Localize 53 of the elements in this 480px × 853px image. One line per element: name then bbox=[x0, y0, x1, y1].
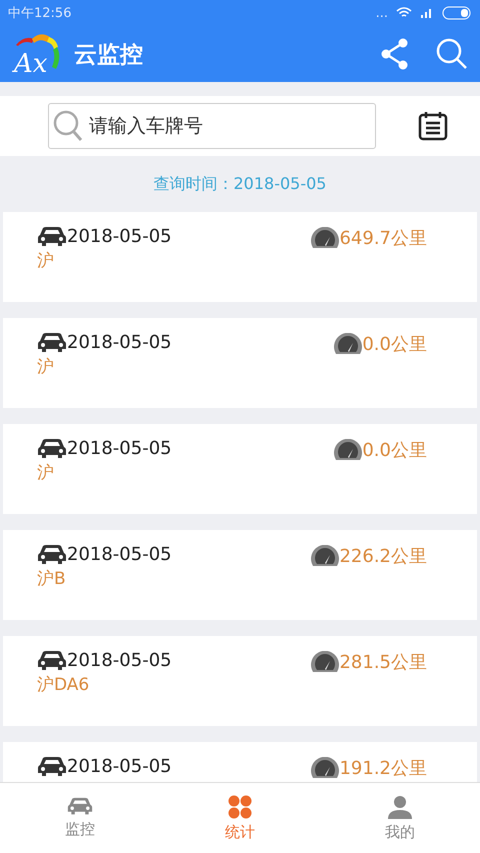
clover-icon bbox=[228, 794, 252, 818]
car-icon bbox=[37, 226, 67, 247]
car-icon bbox=[37, 650, 67, 671]
person-icon bbox=[387, 794, 413, 818]
plate-number: 沪DA6 bbox=[37, 674, 90, 696]
car-icon bbox=[37, 438, 67, 459]
search-icon bbox=[53, 110, 83, 142]
record-card[interactable]: 2018-05-05 191.2公里 bbox=[3, 742, 477, 782]
status-dots: ... bbox=[376, 6, 388, 20]
distance: 0.0公里 bbox=[362, 439, 427, 462]
nav-tab[interactable]: 监控 bbox=[0, 783, 160, 853]
wifi-icon bbox=[396, 7, 412, 19]
record-date: 2018-05-05 bbox=[67, 332, 172, 353]
logo-text: Ax bbox=[12, 51, 48, 77]
distance: 649.7公里 bbox=[339, 227, 427, 250]
record-card[interactable]: 2018-05-05 沪DA6 281.5公里 bbox=[3, 636, 477, 726]
speedometer-icon bbox=[311, 227, 340, 249]
nav-tab[interactable]: 我的 bbox=[320, 783, 480, 853]
car-icon bbox=[37, 332, 67, 353]
speedometer-icon bbox=[334, 439, 362, 461]
plate-number: 沪 bbox=[37, 356, 55, 378]
record-card[interactable]: 2018-05-05 沪 0.0公里 bbox=[3, 424, 477, 514]
plate-search-field[interactable]: 请输入车牌号 bbox=[48, 103, 376, 149]
record-date: 2018-05-05 bbox=[67, 438, 172, 459]
record-card[interactable]: 2018-05-05 沪 649.7公里 bbox=[3, 212, 477, 302]
record-date: 2018-05-05 bbox=[67, 756, 172, 777]
distance: 191.2公里 bbox=[339, 757, 427, 780]
distance: 281.5公里 bbox=[339, 651, 427, 674]
plate-number: 沪 bbox=[37, 462, 55, 484]
speedometer-icon bbox=[311, 651, 340, 673]
car-icon bbox=[67, 797, 93, 816]
battery-icon bbox=[442, 6, 472, 20]
car-icon bbox=[37, 756, 67, 777]
search-button[interactable] bbox=[436, 38, 468, 70]
record-date: 2018-05-05 bbox=[67, 650, 172, 671]
car-icon bbox=[37, 544, 67, 565]
status-time: 中午12:56 bbox=[8, 5, 72, 22]
plate-number: 沪 bbox=[37, 250, 55, 272]
record-date: 2018-05-05 bbox=[67, 544, 172, 565]
distance: 226.2公里 bbox=[339, 545, 427, 568]
speedometer-icon bbox=[311, 545, 340, 567]
app-title: 云监控 bbox=[74, 40, 144, 70]
share-button[interactable] bbox=[380, 38, 410, 70]
record-card[interactable]: 2018-05-05 沪 0.0公里 bbox=[3, 318, 477, 408]
record-date: 2018-05-05 bbox=[67, 226, 172, 247]
distance: 0.0公里 bbox=[362, 333, 427, 356]
signal-icon bbox=[420, 7, 434, 19]
speedometer-icon bbox=[311, 757, 340, 779]
query-time: 查询时间：2018-05-05 bbox=[152, 172, 328, 194]
plate-number: 沪B bbox=[37, 568, 67, 590]
record-card[interactable]: 2018-05-05 沪B 226.2公里 bbox=[3, 530, 477, 620]
speedometer-icon bbox=[334, 333, 362, 355]
calendar-button[interactable] bbox=[418, 111, 448, 141]
